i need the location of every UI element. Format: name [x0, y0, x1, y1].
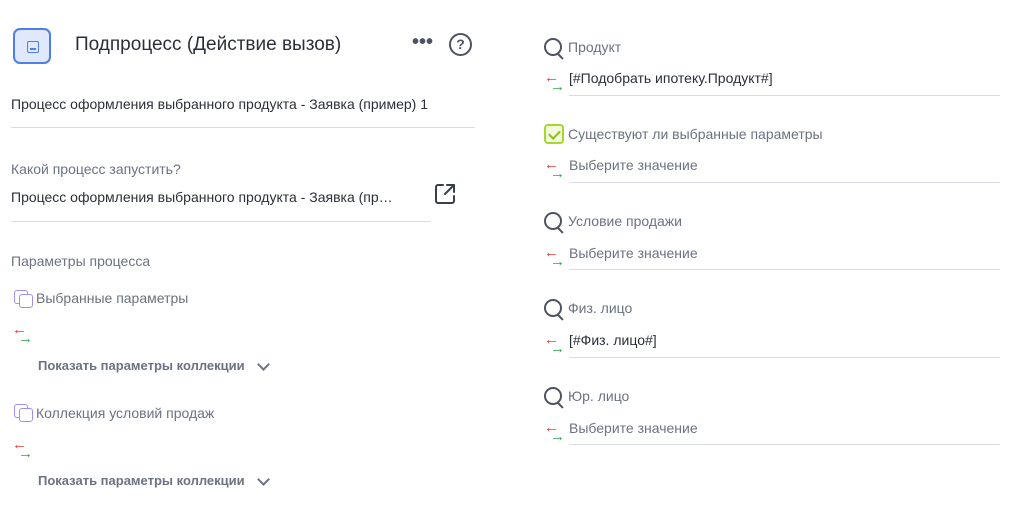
- left-panel: Подпроцесс (Действие вызов) ••• ? Процес…: [0, 0, 490, 505]
- show-collection-params-button[interactable]: Показать параметры коллекции: [38, 358, 245, 373]
- param-value-field[interactable]: [#Физ. лицо#]: [569, 332, 657, 348]
- collection-icon: [13, 289, 35, 309]
- show-collection-params-button[interactable]: Показать параметры коллекции: [38, 473, 245, 488]
- collection-icon: [13, 403, 35, 423]
- more-options-icon[interactable]: •••: [412, 32, 433, 52]
- divider: [569, 444, 1000, 445]
- collection-label: Выбранные параметры: [36, 290, 189, 306]
- chevron-down-icon[interactable]: [257, 358, 270, 371]
- param-value-field[interactable]: Выберите значение: [569, 157, 698, 173]
- search-icon: [544, 38, 564, 60]
- which-process-label: Какой процесс запустить?: [11, 161, 181, 177]
- mapping-arrows-icon: ← →: [544, 69, 565, 95]
- param-label: Юр. лицо: [568, 388, 630, 404]
- mapping-arrows-icon: ← →: [544, 244, 565, 270]
- param-label: Продукт: [568, 39, 622, 55]
- divider: [569, 95, 1000, 96]
- search-icon: [544, 387, 564, 409]
- param-value-field[interactable]: Выберите значение: [569, 420, 698, 436]
- divider: [11, 127, 475, 128]
- subprocess-icon: [13, 28, 51, 64]
- param-label: Условие продажи: [568, 213, 682, 229]
- checkbox-icon: [544, 124, 564, 144]
- divider: [569, 182, 1000, 183]
- mapping-arrows-icon: ← →: [12, 321, 33, 347]
- help-icon[interactable]: ?: [449, 33, 472, 56]
- search-icon: [544, 299, 564, 321]
- divider: [569, 269, 1000, 270]
- collection-label: Коллекция условий продаж: [36, 405, 215, 421]
- param-value-field[interactable]: [#Подобрать ипотеку.Продукт#]: [569, 70, 773, 86]
- mapping-arrows-icon: ← →: [12, 436, 33, 462]
- search-icon: [544, 212, 564, 234]
- divider: [11, 221, 431, 222]
- open-external-icon[interactable]: [433, 182, 457, 206]
- mapping-arrows-icon: ← →: [544, 419, 565, 445]
- right-panel: Продукт ← → [#Подобрать ипотеку.Продукт#]…: [540, 0, 1010, 505]
- mapping-arrows-icon: ← →: [544, 331, 565, 357]
- divider: [569, 357, 1000, 358]
- process-name-field[interactable]: Процесс оформления выбранного продукта -…: [11, 96, 428, 112]
- page-title: Подпроцесс (Действие вызов): [75, 34, 342, 55]
- param-value-field[interactable]: Выберите значение: [569, 245, 698, 261]
- chevron-down-icon[interactable]: [257, 473, 270, 486]
- which-process-value[interactable]: Процесс оформления выбранного продукта -…: [11, 189, 429, 205]
- param-label: Существуют ли выбранные параметры: [568, 126, 823, 142]
- param-label: Физ. лицо: [568, 300, 633, 316]
- mapping-arrows-icon: ← →: [544, 156, 565, 182]
- params-heading: Параметры процесса: [11, 253, 151, 269]
